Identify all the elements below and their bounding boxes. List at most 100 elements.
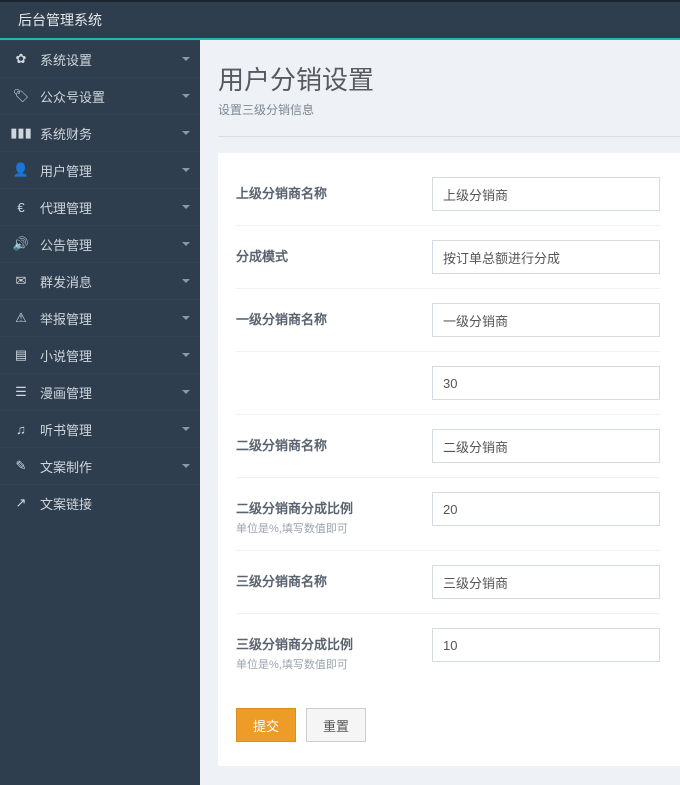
gear-icon: ✿ <box>12 51 30 67</box>
sidebar-item-label: 文案制作 <box>40 457 182 476</box>
shell: ✿ 系统设置 🏷 公众号设置 ▮▮▮ 系统财务 👤 用户管理 € 代理管理 🔊 公告管理 ✉群发消息 ⚠ 举… <box>0 40 680 785</box>
sidebar-item-label: 小说管理 <box>40 346 182 365</box>
sidebar-item-label: 用户管理 <box>40 161 182 180</box>
text-input[interactable] <box>432 492 660 526</box>
chevron-down-icon <box>182 353 190 357</box>
sidebar-item-12[interactable]: ↗ 文案链接 <box>0 484 200 521</box>
field-label: 二级分销商分成比例 <box>236 498 420 517</box>
euro-icon: € <box>12 200 30 215</box>
text-input[interactable] <box>432 303 660 337</box>
page-header: 用户分销设置 设置三级分销信息 <box>218 54 680 137</box>
field-label-col: 二级分销商名称 <box>236 429 432 463</box>
chevron-down-icon <box>182 94 190 98</box>
field-control-col <box>432 628 660 672</box>
sidebar-item-label: 系统财务 <box>40 124 182 143</box>
chevron-down-icon <box>182 168 190 172</box>
field-control-col <box>432 177 660 211</box>
chevron-down-icon <box>182 316 190 320</box>
sidebar-item-11[interactable]: ✎ 文案制作 <box>0 447 200 484</box>
content: 用户分销设置 设置三级分销信息 上级分销商名称分成模式一级分销商名称二级分销商名… <box>200 40 680 785</box>
select-input[interactable] <box>432 240 660 274</box>
form-row: 分成模式 <box>236 225 660 288</box>
form-row: 三级分销商分成比例单位是%,填写数值即可 <box>236 613 660 686</box>
form-row: 二级分销商分成比例单位是%,填写数值即可 <box>236 477 660 550</box>
field-label-col: 上级分销商名称 <box>236 177 432 211</box>
pencil-icon: ✎ <box>12 458 30 474</box>
chevron-down-icon <box>182 57 190 61</box>
field-label-col: 三级分销商分成比例单位是%,填写数值即可 <box>236 628 432 672</box>
link-icon: ↗ <box>12 495 30 511</box>
submit-button[interactable]: 提交 <box>236 708 296 742</box>
field-control-col <box>432 492 660 536</box>
field-label: 一级分销商名称 <box>236 309 420 328</box>
text-input[interactable] <box>432 628 660 662</box>
list-icon: ☰ <box>12 384 30 400</box>
field-hint: 单位是%,填写数值即可 <box>236 520 420 536</box>
field-label-col <box>236 366 432 400</box>
audio-icon: ♫ <box>12 422 30 437</box>
sidebar-item-3[interactable]: 👤 用户管理 <box>0 151 200 188</box>
sidebar-item-label: 公告管理 <box>40 235 182 254</box>
form-row: 三级分销商名称 <box>236 550 660 613</box>
field-control-col <box>432 366 660 400</box>
field-label: 三级分销商名称 <box>236 571 420 590</box>
sidebar-item-label: 漫画管理 <box>40 383 182 402</box>
warning-icon: ⚠ <box>12 310 30 326</box>
chart-icon: ▮▮▮ <box>12 125 30 141</box>
field-label: 上级分销商名称 <box>236 183 420 202</box>
sidebar: ✿ 系统设置 🏷 公众号设置 ▮▮▮ 系统财务 👤 用户管理 € 代理管理 🔊 公告管理 ✉群发消息 ⚠ 举… <box>0 40 200 785</box>
sidebar-item-4[interactable]: € 代理管理 <box>0 188 200 225</box>
sidebar-item-10[interactable]: ♫ 听书管理 <box>0 410 200 447</box>
field-label-blank <box>236 372 420 392</box>
field-control-col <box>432 429 660 463</box>
form-row: 一级分销商名称 <box>236 288 660 351</box>
reset-button[interactable]: 重置 <box>306 708 366 742</box>
mail-icon: ✉ <box>12 273 30 289</box>
chevron-down-icon <box>182 205 190 209</box>
field-control-col <box>432 303 660 337</box>
sidebar-item-0[interactable]: ✿ 系统设置 <box>0 40 200 77</box>
field-label: 三级分销商分成比例 <box>236 634 420 653</box>
text-input[interactable] <box>432 429 660 463</box>
speaker-icon: 🔊 <box>12 236 30 252</box>
form-panel: 上级分销商名称分成模式一级分销商名称二级分销商名称二级分销商分成比例单位是%,填… <box>218 153 680 766</box>
sidebar-item-label: 文案链接 <box>40 494 190 513</box>
page-title: 用户分销设置 <box>218 60 680 97</box>
chevron-down-icon <box>182 427 190 431</box>
field-label-col: 二级分销商分成比例单位是%,填写数值即可 <box>236 492 432 536</box>
sidebar-item-label: 系统设置 <box>40 50 182 69</box>
text-input[interactable] <box>432 565 660 599</box>
field-label: 分成模式 <box>236 246 420 265</box>
chevron-down-icon <box>182 464 190 468</box>
sidebar-item-2[interactable]: ▮▮▮ 系统财务 <box>0 114 200 151</box>
sidebar-item-6[interactable]: ✉群发消息 <box>0 262 200 299</box>
page-subtitle: 设置三级分销信息 <box>218 101 680 118</box>
chevron-down-icon <box>182 242 190 246</box>
field-label-col: 分成模式 <box>236 240 432 274</box>
topbar: 后台管理系统 <box>0 0 680 40</box>
sidebar-item-label: 听书管理 <box>40 420 182 439</box>
text-input[interactable] <box>432 177 660 211</box>
text-input[interactable] <box>432 366 660 400</box>
field-control-col <box>432 240 660 274</box>
user-icon: 👤 <box>12 162 30 178</box>
sidebar-item-label: 代理管理 <box>40 198 182 217</box>
sidebar-item-8[interactable]: ▤ 小说管理 <box>0 336 200 373</box>
sidebar-item-1[interactable]: 🏷 公众号设置 <box>0 77 200 114</box>
sidebar-item-5[interactable]: 🔊 公告管理 <box>0 225 200 262</box>
chevron-down-icon <box>182 279 190 283</box>
field-label-col: 三级分销商名称 <box>236 565 432 599</box>
form-row: 二级分销商名称 <box>236 414 660 477</box>
chevron-down-icon <box>182 131 190 135</box>
sidebar-item-label: 举报管理 <box>40 309 182 328</box>
app-title: 后台管理系统 <box>18 10 102 30</box>
sidebar-item-label: 公众号设置 <box>40 87 182 106</box>
field-hint: 单位是%,填写数值即可 <box>236 656 420 672</box>
form-row <box>236 351 660 414</box>
chevron-down-icon <box>182 390 190 394</box>
sidebar-item-7[interactable]: ⚠ 举报管理 <box>0 299 200 336</box>
tag-icon: 🏷 <box>12 88 30 104</box>
field-label: 二级分销商名称 <box>236 435 420 454</box>
sidebar-item-9[interactable]: ☰ 漫画管理 <box>0 373 200 410</box>
book-icon: ▤ <box>12 347 30 363</box>
